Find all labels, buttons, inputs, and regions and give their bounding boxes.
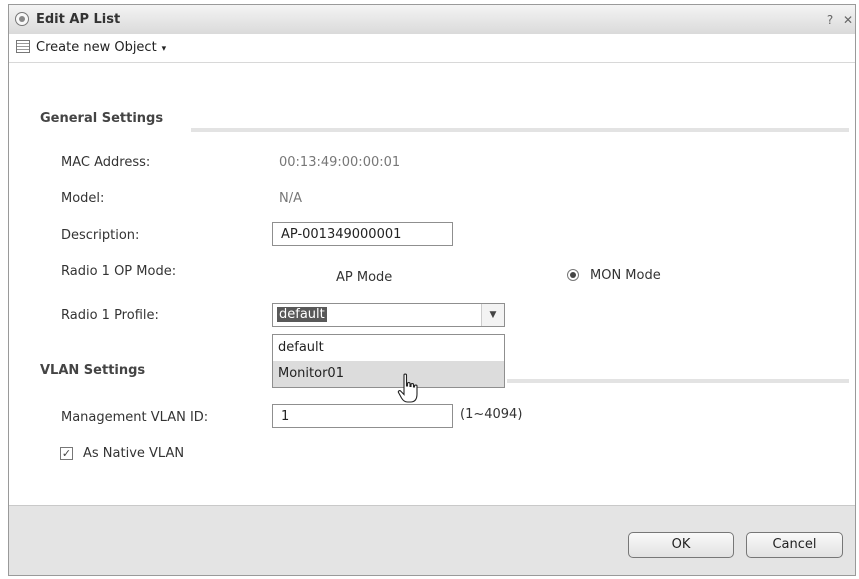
chevron-down-icon: ▾ <box>161 44 167 54</box>
dropdown-option-monitor01[interactable]: Monitor01 <box>273 361 504 387</box>
radio-profile-label: Radio 1 Profile: <box>61 308 159 323</box>
create-new-object-label: Create new Object <box>36 40 157 55</box>
dialog-title-icon <box>15 12 29 26</box>
radio-profile-select[interactable]: default ▼ <box>272 303 505 327</box>
native-vlan-checkbox[interactable]: ✓ <box>60 447 73 460</box>
object-list-icon <box>16 40 30 53</box>
mac-address-value: 00:13:49:00:00:01 <box>279 155 401 170</box>
hand-cursor-icon <box>397 373 418 403</box>
model-value: N/A <box>279 191 302 206</box>
section-divider <box>191 128 849 132</box>
model-label: Model: <box>61 191 105 206</box>
description-field[interactable]: AP-001349000001 <box>272 222 453 246</box>
cancel-button[interactable]: Cancel <box>746 532 843 558</box>
description-label: Description: <box>61 228 140 243</box>
general-settings-title: General Settings <box>40 111 164 126</box>
edit-ap-list-dialog: Edit AP List ? ✕ Create new Object ▾ Gene… <box>8 4 856 576</box>
dropdown-option-default[interactable]: default <box>273 335 504 361</box>
create-new-object-menu[interactable]: Create new Object ▾ <box>36 40 166 55</box>
close-icon[interactable]: ✕ <box>841 13 855 27</box>
ap-mode-option[interactable]: AP Mode <box>336 270 392 285</box>
ok-button[interactable]: OK <box>628 532 734 558</box>
radio-op-mode-label: Radio 1 OP Mode: <box>61 264 177 279</box>
section-divider <box>507 379 849 383</box>
dialog-title: Edit AP List <box>36 12 121 27</box>
dialog-toolbar: Create new Object ▾ <box>9 34 855 63</box>
chevron-down-icon[interactable]: ▼ <box>481 304 504 326</box>
vlan-settings-title: VLAN Settings <box>40 363 146 378</box>
dialog-titlebar: Edit AP List ? ✕ <box>9 5 855 35</box>
native-vlan-label: As Native VLAN <box>83 446 185 461</box>
management-vlan-label: Management VLAN ID: <box>61 410 209 425</box>
radio-profile-selected-value: default <box>277 307 327 322</box>
dialog-footer: OK Cancel <box>9 505 855 575</box>
mac-address-label: MAC Address: <box>61 155 151 170</box>
radio-profile-dropdown: default Monitor01 <box>272 334 505 388</box>
mon-mode-radio[interactable] <box>567 269 579 281</box>
vlan-range-hint: (1~4094) <box>460 407 523 422</box>
help-icon[interactable]: ? <box>823 13 837 27</box>
mon-mode-label[interactable]: MON Mode <box>590 268 661 283</box>
management-vlan-field[interactable]: 1 <box>272 404 453 428</box>
